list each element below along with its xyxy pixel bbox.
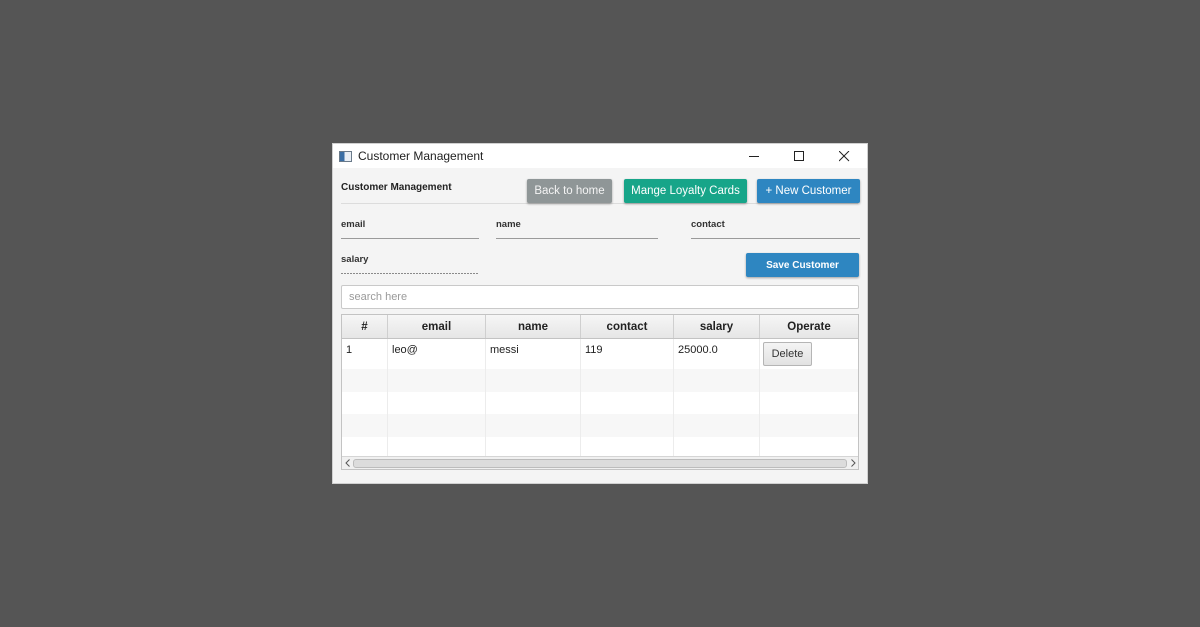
empty-cell [342,414,388,437]
customer-table: # email name contact salary Operate 1 le… [341,314,859,470]
table-header: # email name contact salary Operate [342,315,858,339]
window-content: Customer Management Back to home Mange L… [333,168,867,484]
column-header-index[interactable]: # [342,315,388,338]
column-header-operate[interactable]: Operate [760,315,858,338]
empty-cell [388,414,486,437]
customer-management-window: Customer Management Customer Management … [332,143,868,484]
empty-cell [581,391,674,414]
delete-button[interactable]: Delete [763,342,812,366]
page-title: Customer Management [341,182,452,193]
scroll-thumb[interactable] [353,458,847,468]
chevron-right-icon [850,459,856,467]
name-field[interactable]: name [496,219,658,239]
empty-cell [674,391,760,414]
maximize-button[interactable] [777,144,822,168]
cell-salary: 25000.0 [674,339,760,369]
empty-cell [342,391,388,414]
empty-cell [486,369,581,392]
contact-field-label: contact [691,219,725,230]
header-divider [341,203,858,204]
close-icon [839,150,850,161]
minimize-icon [749,155,759,157]
search-input[interactable] [341,285,859,309]
email-field[interactable]: email [341,219,479,239]
salary-field[interactable]: salary [341,254,479,274]
empty-cell [486,414,581,437]
email-field-label: email [341,219,366,230]
window-app-icon [339,150,352,162]
empty-table-row [342,391,858,415]
table-row[interactable]: 1 leo@ messi 119 25000.0 Delete [342,339,858,369]
minimize-button[interactable] [732,144,777,168]
column-header-salary[interactable]: salary [674,315,760,338]
empty-cell [581,414,674,437]
window-title: Customer Management [358,149,484,163]
cell-email: leo@ [388,339,486,369]
empty-cell [388,391,486,414]
back-to-home-button[interactable]: Back to home [527,179,612,203]
salary-field-underline [341,273,479,274]
empty-table-row [342,414,858,437]
new-customer-button[interactable]: + New Customer [757,179,860,203]
window-controls [732,144,867,168]
column-header-name[interactable]: name [486,315,581,338]
empty-table-row [342,369,858,392]
chevron-left-icon [344,459,350,467]
empty-cell [581,369,674,392]
empty-cell [388,369,486,392]
cell-operate: Delete [760,339,858,369]
cell-name: messi [486,339,581,369]
empty-cell [342,369,388,392]
cell-contact: 119 [581,339,674,369]
salary-field-label: salary [341,254,369,265]
close-button[interactable] [822,144,867,168]
horizontal-scrollbar[interactable] [342,456,858,469]
name-field-underline [496,238,658,239]
email-field-underline [341,238,479,239]
cell-index: 1 [342,339,388,369]
title-bar: Customer Management [333,144,867,168]
column-header-email[interactable]: email [388,315,486,338]
contact-field-underline [691,238,860,239]
empty-cell [760,369,858,392]
empty-cell [760,392,858,415]
save-customer-button[interactable]: Save Customer [746,253,859,277]
contact-field[interactable]: contact [691,219,860,239]
column-header-contact[interactable]: contact [581,315,674,338]
empty-cell [674,369,760,392]
empty-cell [486,391,581,414]
scroll-track[interactable] [353,458,847,468]
empty-cell [674,414,760,437]
maximize-icon [794,150,804,161]
scroll-left-button[interactable] [342,457,353,469]
scroll-right-button[interactable] [847,457,858,469]
name-field-label: name [496,219,521,230]
empty-cell [760,414,858,437]
manage-loyalty-cards-button[interactable]: Mange Loyalty Cards [624,179,747,203]
